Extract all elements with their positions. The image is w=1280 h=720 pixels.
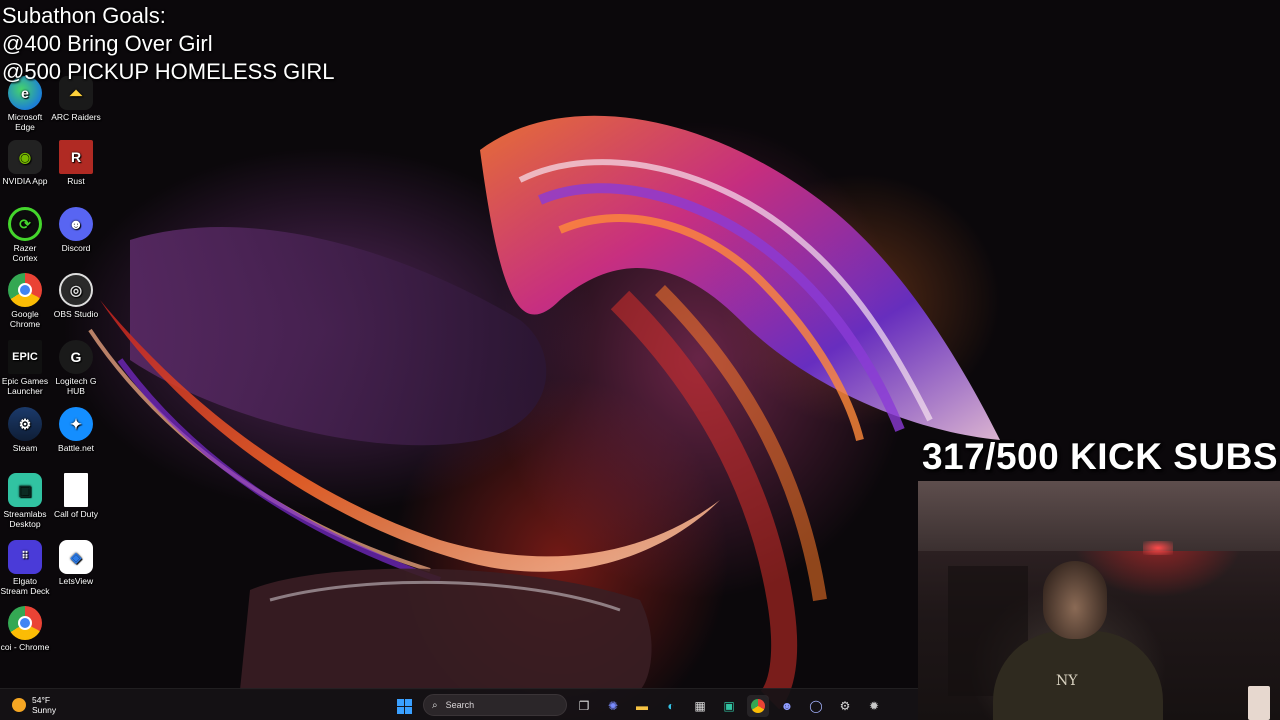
sun-icon (12, 698, 26, 712)
edge-button[interactable]: ◐ (660, 695, 682, 717)
chrome-button[interactable] (747, 695, 769, 717)
webcam-ceiling (918, 481, 1280, 551)
desktop-icon-label: OBS Studio (53, 309, 99, 319)
settings-button[interactable]: ✹ (863, 695, 885, 717)
desktop-icon-rust[interactable]: R Rust (51, 140, 101, 186)
desktop-icon-label: Discord (61, 243, 91, 253)
desktop-icon-obs-studio[interactable]: ◎ OBS Studio (51, 273, 101, 319)
steam-icon: ⚙ (839, 699, 851, 713)
store-button[interactable]: ▦ (689, 695, 711, 717)
goal-500: @500 PICKUP HOMELESS GIRL (2, 59, 335, 84)
file-explorer-button[interactable]: ▬ (631, 695, 653, 717)
search-placeholder: Search (445, 700, 475, 710)
goals-title: Subathon Goals: (2, 3, 166, 28)
windows-start-button[interactable] (393, 695, 415, 717)
webcam-feed: NY (918, 481, 1280, 720)
desktop-icon-logitech-g-hub[interactable]: G Logitech G HUB (51, 340, 101, 396)
epic-games-icon: EPIC (8, 340, 42, 374)
desktop-icon-label: Steam (12, 443, 38, 453)
desktop-icon-label: LetsView (58, 576, 94, 586)
desktop-icon-label: Google Chrome (9, 309, 41, 329)
kick-subs-counter: 317/500 KICK SUBS (921, 436, 1278, 477)
chrome-icon (8, 606, 42, 640)
desktop-icon-letsview[interactable]: ◈ LetsView (51, 540, 101, 586)
streamlabs-button[interactable]: ▣ (718, 695, 740, 717)
edge-icon: ◐ (667, 699, 675, 713)
battlenet-icon: ✦ (59, 407, 93, 441)
rust-icon: R (59, 140, 93, 174)
desktop-icon-label: Razer Cortex (12, 243, 38, 263)
steam-button[interactable]: ⚙ (834, 695, 856, 717)
store-icon: ▦ (694, 699, 706, 713)
file-icon (64, 473, 88, 507)
subathon-goals-overlay: Subathon Goals: @400 Bring Over Girl @50… (2, 2, 335, 86)
taskbar: 54°F Sunny ⌕ Search ❐ ✺ ▬ ◐ ▦ ▣ ☻ ◯ ⚙ ✹ (0, 688, 918, 720)
steam-icon: ⚙ (8, 407, 42, 441)
desktop-icon-label: ARC Raiders (51, 112, 101, 122)
desktop-icon-call-of-duty[interactable]: Call of Duty (51, 473, 101, 519)
desktop-icon-label: Rust (67, 176, 85, 186)
desktop-icon-nvidia-app[interactable]: ◉ NVIDIA App (0, 140, 50, 186)
task-view-button[interactable]: ❐ (573, 695, 595, 717)
webcam-cup (1248, 686, 1270, 720)
weather-condition: Sunny (32, 705, 57, 715)
app-button[interactable]: ◯ (805, 695, 827, 717)
desktop-icon-streamlabs[interactable]: ▣ Streamlabs Desktop (0, 473, 50, 529)
desktop-icon-discord[interactable]: ☻ Discord (51, 207, 101, 253)
file-explorer-icon: ▬ (636, 699, 648, 713)
webcam-person-head (1043, 561, 1107, 639)
desktop-icon-label: Streamlabs Desktop (3, 509, 47, 529)
desktop-icon-steam[interactable]: ⚙ Steam (0, 407, 50, 453)
task-view-icon: ❐ (578, 699, 590, 713)
desktop-icon-label: Battle.net (58, 443, 94, 453)
chrome-icon (8, 273, 42, 307)
copilot-icon: ✺ (607, 699, 619, 713)
chrome-icon (751, 699, 765, 713)
desktop-icon-label: NVIDIA App (2, 176, 48, 186)
stream-deck-icon: ⠿ (8, 540, 42, 574)
taskbar-search-box[interactable]: ⌕ Search (423, 694, 567, 716)
desktop-icon-label: Elgato Stream Deck (0, 576, 50, 596)
desktop-icon-coi-chrome[interactable]: coi - Chrome (0, 606, 50, 652)
desktop-icon-label: Call of Duty (54, 509, 98, 519)
discord-button[interactable]: ☻ (776, 695, 798, 717)
search-icon: ⌕ (432, 699, 438, 711)
streamlabs-icon: ▣ (8, 473, 42, 507)
discord-icon: ☻ (780, 699, 794, 713)
settings-icon: ✹ (868, 699, 880, 713)
weather-temp: 54°F (32, 695, 51, 705)
webcam-hoodie-logo: NY (1056, 673, 1078, 689)
logitech-icon: G (59, 340, 93, 374)
webcam-red-light (1143, 541, 1173, 555)
desktop-icon-grid: e Microsoft Edge ◢◣ ARC Raiders ◉ NVIDIA… (0, 0, 102, 680)
desktop-icon-epic-games[interactable]: EPIC Epic Games Launcher (0, 340, 50, 396)
razer-icon: ⟳ (8, 207, 42, 241)
desktop-icon-label: Epic Games Launcher (1, 376, 49, 396)
desktop-icon-battle-net[interactable]: ✦ Battle.net (51, 407, 101, 453)
app-icon: ◯ (809, 699, 823, 713)
letsview-icon: ◈ (59, 540, 93, 574)
nvidia-icon: ◉ (8, 140, 42, 174)
desktop-icon-label: Microsoft Edge (7, 112, 43, 132)
desktop-icon-elgato-stream-deck[interactable]: ⠿ Elgato Stream Deck (0, 540, 50, 596)
discord-icon: ☻ (59, 207, 93, 241)
copilot-button[interactable]: ✺ (602, 695, 624, 717)
windows-start-icon (396, 698, 412, 714)
streamlabs-icon: ▣ (723, 699, 735, 713)
desktop-icon-label: coi - Chrome (0, 642, 50, 652)
goal-400: @400 Bring Over Girl (2, 31, 213, 56)
obs-icon: ◎ (59, 273, 93, 307)
weather-widget[interactable]: 54°F Sunny (12, 695, 56, 715)
desktop-icon-google-chrome[interactable]: Google Chrome (0, 273, 50, 329)
desktop-icon-label: Logitech G HUB (55, 376, 97, 396)
desktop-icon-razer-cortex[interactable]: ⟳ Razer Cortex (0, 207, 50, 263)
